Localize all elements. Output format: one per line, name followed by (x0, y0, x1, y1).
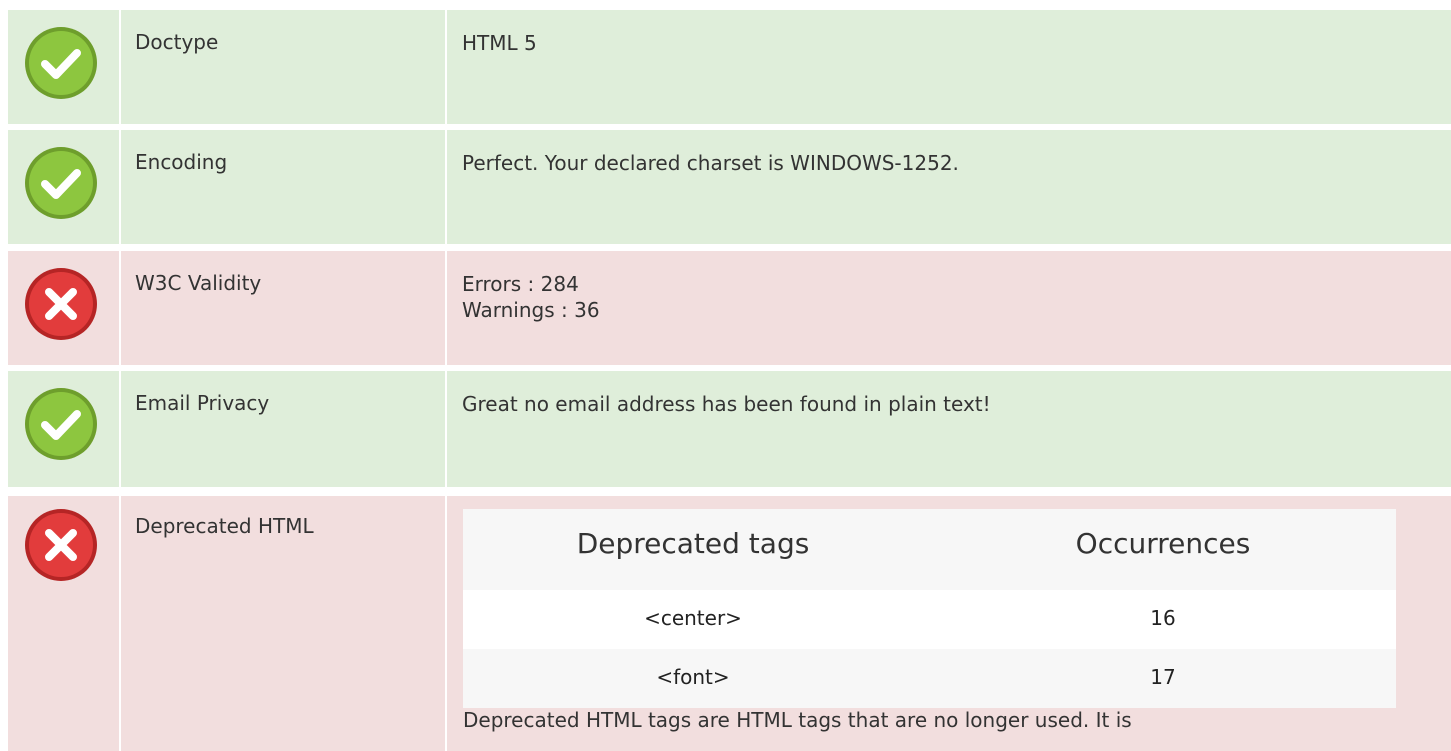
warnings-line: Warnings : 36 (462, 298, 600, 322)
check-label: Deprecated HTML (135, 514, 314, 538)
value-cell: Great no email address has been found in… (447, 371, 1451, 487)
x-circle-icon (25, 268, 97, 340)
check-row-doctype: Doctype HTML 5 (8, 10, 1451, 124)
status-cell (8, 496, 119, 751)
check-circle-icon (25, 27, 97, 99)
check-label: Encoding (135, 150, 228, 174)
tag-cell: <font> (656, 665, 730, 689)
col-header-tags: Deprecated tags (576, 527, 810, 560)
count-cell: 17 (1150, 665, 1176, 689)
label-cell: Deprecated HTML (121, 496, 445, 751)
value-cell: HTML 5 (447, 10, 1451, 124)
col-header-occurrences: Occurrences (1075, 527, 1251, 560)
deprecated-tags-table: Deprecated tags Occurrences <center> 16 … (463, 509, 1396, 708)
value-cell: Deprecated tags Occurrences <center> 16 … (447, 496, 1451, 751)
label-cell: Encoding (121, 130, 445, 244)
value-line: HTML 5 (462, 31, 537, 55)
check-label: Email Privacy (135, 391, 270, 415)
count-cell: 16 (1150, 606, 1176, 630)
check-row-email-privacy: Email Privacy Great no email address has… (8, 371, 1451, 487)
check-value: HTML 5 (462, 30, 537, 56)
check-circle-icon (25, 388, 97, 460)
value-cell: Errors : 284 Warnings : 36 (447, 251, 1451, 365)
errors-line: Errors : 284 (462, 272, 579, 296)
check-value: Great no email address has been found in… (462, 391, 991, 417)
value-line: Perfect. Your declared charset is WINDOW… (462, 151, 959, 175)
check-value: Errors : 284 Warnings : 36 (462, 271, 600, 323)
status-cell (8, 130, 119, 244)
check-label: Doctype (135, 30, 219, 54)
table-row: <center> 16 (463, 590, 1396, 649)
label-cell: Email Privacy (121, 371, 445, 487)
x-circle-icon (25, 509, 97, 581)
status-cell (8, 371, 119, 487)
deprecated-note: Deprecated HTML tags are HTML tags that … (463, 708, 1132, 732)
label-cell: W3C Validity (121, 251, 445, 365)
value-cell: Perfect. Your declared charset is WINDOW… (447, 130, 1451, 244)
tag-cell: <center> (644, 606, 742, 630)
check-row-w3c-validity: W3C Validity Errors : 284 Warnings : 36 (8, 251, 1451, 365)
table-row: <font> 17 (463, 649, 1396, 708)
check-label: W3C Validity (135, 271, 262, 295)
status-cell (8, 251, 119, 365)
check-row-deprecated-html: Deprecated HTML Deprecated tags Occurren… (8, 496, 1451, 751)
table-header: Deprecated tags Occurrences (463, 509, 1396, 590)
check-row-encoding: Encoding Perfect. Your declared charset … (8, 130, 1451, 244)
check-value: Perfect. Your declared charset is WINDOW… (462, 150, 959, 176)
status-cell (8, 10, 119, 124)
seo-checks-panel: Doctype HTML 5 Encoding Perfect. Your de… (0, 0, 1451, 751)
value-line: Great no email address has been found in… (462, 392, 991, 416)
label-cell: Doctype (121, 10, 445, 124)
check-circle-icon (25, 147, 97, 219)
